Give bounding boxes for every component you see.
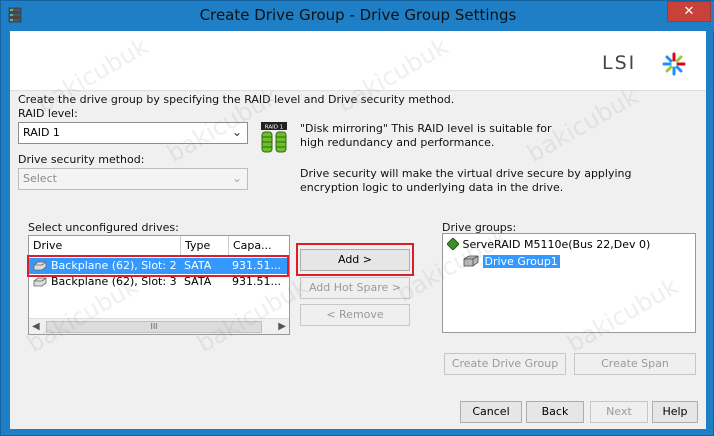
add-hot-spare-button[interactable]: Add Hot Spare > bbox=[300, 277, 410, 299]
cancel-button[interactable]: Cancel bbox=[460, 401, 522, 423]
back-button[interactable]: Back bbox=[526, 401, 584, 423]
title-bar[interactable]: Create Drive Group - Drive Group Setting… bbox=[1, 1, 714, 31]
hard-drive-icon bbox=[33, 277, 47, 287]
column-header-type[interactable]: Type bbox=[181, 236, 229, 256]
unconfigured-drives-label: Select unconfigured drives: bbox=[28, 221, 179, 234]
unconfigured-drives-table: Drive Type Capa... Backplane (62), Slot:… bbox=[28, 235, 290, 335]
chevron-down-icon: ⌄ bbox=[231, 125, 242, 139]
help-button[interactable]: Help bbox=[652, 401, 698, 423]
create-drive-group-button[interactable]: Create Drive Group bbox=[444, 353, 566, 375]
table-header: Drive Type Capa... bbox=[29, 236, 289, 256]
tree-item-controller[interactable]: ServeRAID M5110e(Bus 22,Dev 0) bbox=[446, 237, 651, 251]
security-method-label: Drive security method: bbox=[18, 153, 145, 166]
logo-text: LSI bbox=[602, 52, 637, 74]
dialog-window: Create Drive Group - Drive Group Setting… bbox=[0, 0, 714, 436]
header-band: LSI bbox=[10, 31, 706, 91]
column-header-drive[interactable]: Drive bbox=[29, 236, 181, 256]
column-header-capacity[interactable]: Capa... bbox=[229, 236, 289, 256]
drive-groups-tree: ServeRAID M5110e(Bus 22,Dev 0) Drive Gro… bbox=[442, 233, 696, 333]
remove-button[interactable]: < Remove bbox=[300, 304, 410, 326]
drive-group-icon bbox=[463, 255, 479, 267]
raid-disk-icon: RAID 1 bbox=[261, 122, 287, 153]
raid-description: "Disk mirroring" This RAID level is suit… bbox=[300, 122, 552, 149]
controller-label: ServeRAID M5110e(Bus 22,Dev 0) bbox=[462, 238, 651, 251]
security-method-select[interactable]: Select ⌄ bbox=[18, 168, 248, 190]
lsi-starburst-icon bbox=[662, 52, 686, 76]
create-span-button[interactable]: Create Span bbox=[574, 353, 696, 375]
lsi-logo: LSI bbox=[602, 51, 692, 77]
close-button[interactable]: ✕ bbox=[667, 1, 711, 22]
controller-diamond-icon bbox=[446, 237, 460, 251]
tree-item-drive-group[interactable]: Drive Group1 bbox=[463, 254, 560, 268]
security-method-value: Select bbox=[23, 172, 57, 185]
scroll-right-icon[interactable]: ▶ bbox=[278, 321, 286, 332]
raid-icon-label: RAID 1 bbox=[265, 125, 283, 131]
raid-level-label: RAID level: bbox=[18, 107, 78, 120]
selected-drive-highlight bbox=[27, 255, 289, 277]
raid-level-select[interactable]: RAID 1 ⌄ bbox=[18, 122, 248, 144]
add-button-highlight bbox=[296, 243, 414, 276]
next-button[interactable]: Next bbox=[590, 401, 648, 423]
horizontal-scrollbar[interactable]: ◀ III ▶ bbox=[29, 318, 289, 334]
dialog-content: LSI Create the drive group by specifying… bbox=[10, 31, 706, 429]
scrollbar-thumb[interactable]: III bbox=[46, 321, 262, 333]
chevron-down-icon: ⌄ bbox=[231, 171, 242, 185]
drive-group-label: Drive Group1 bbox=[482, 255, 560, 268]
window-title: Create Drive Group - Drive Group Setting… bbox=[199, 6, 517, 24]
intro-text: Create the drive group by specifying the… bbox=[18, 93, 455, 106]
raid-level-value: RAID 1 bbox=[23, 126, 60, 139]
scroll-left-icon[interactable]: ◀ bbox=[32, 321, 40, 332]
security-description: Drive security will make the virtual dri… bbox=[300, 167, 632, 194]
